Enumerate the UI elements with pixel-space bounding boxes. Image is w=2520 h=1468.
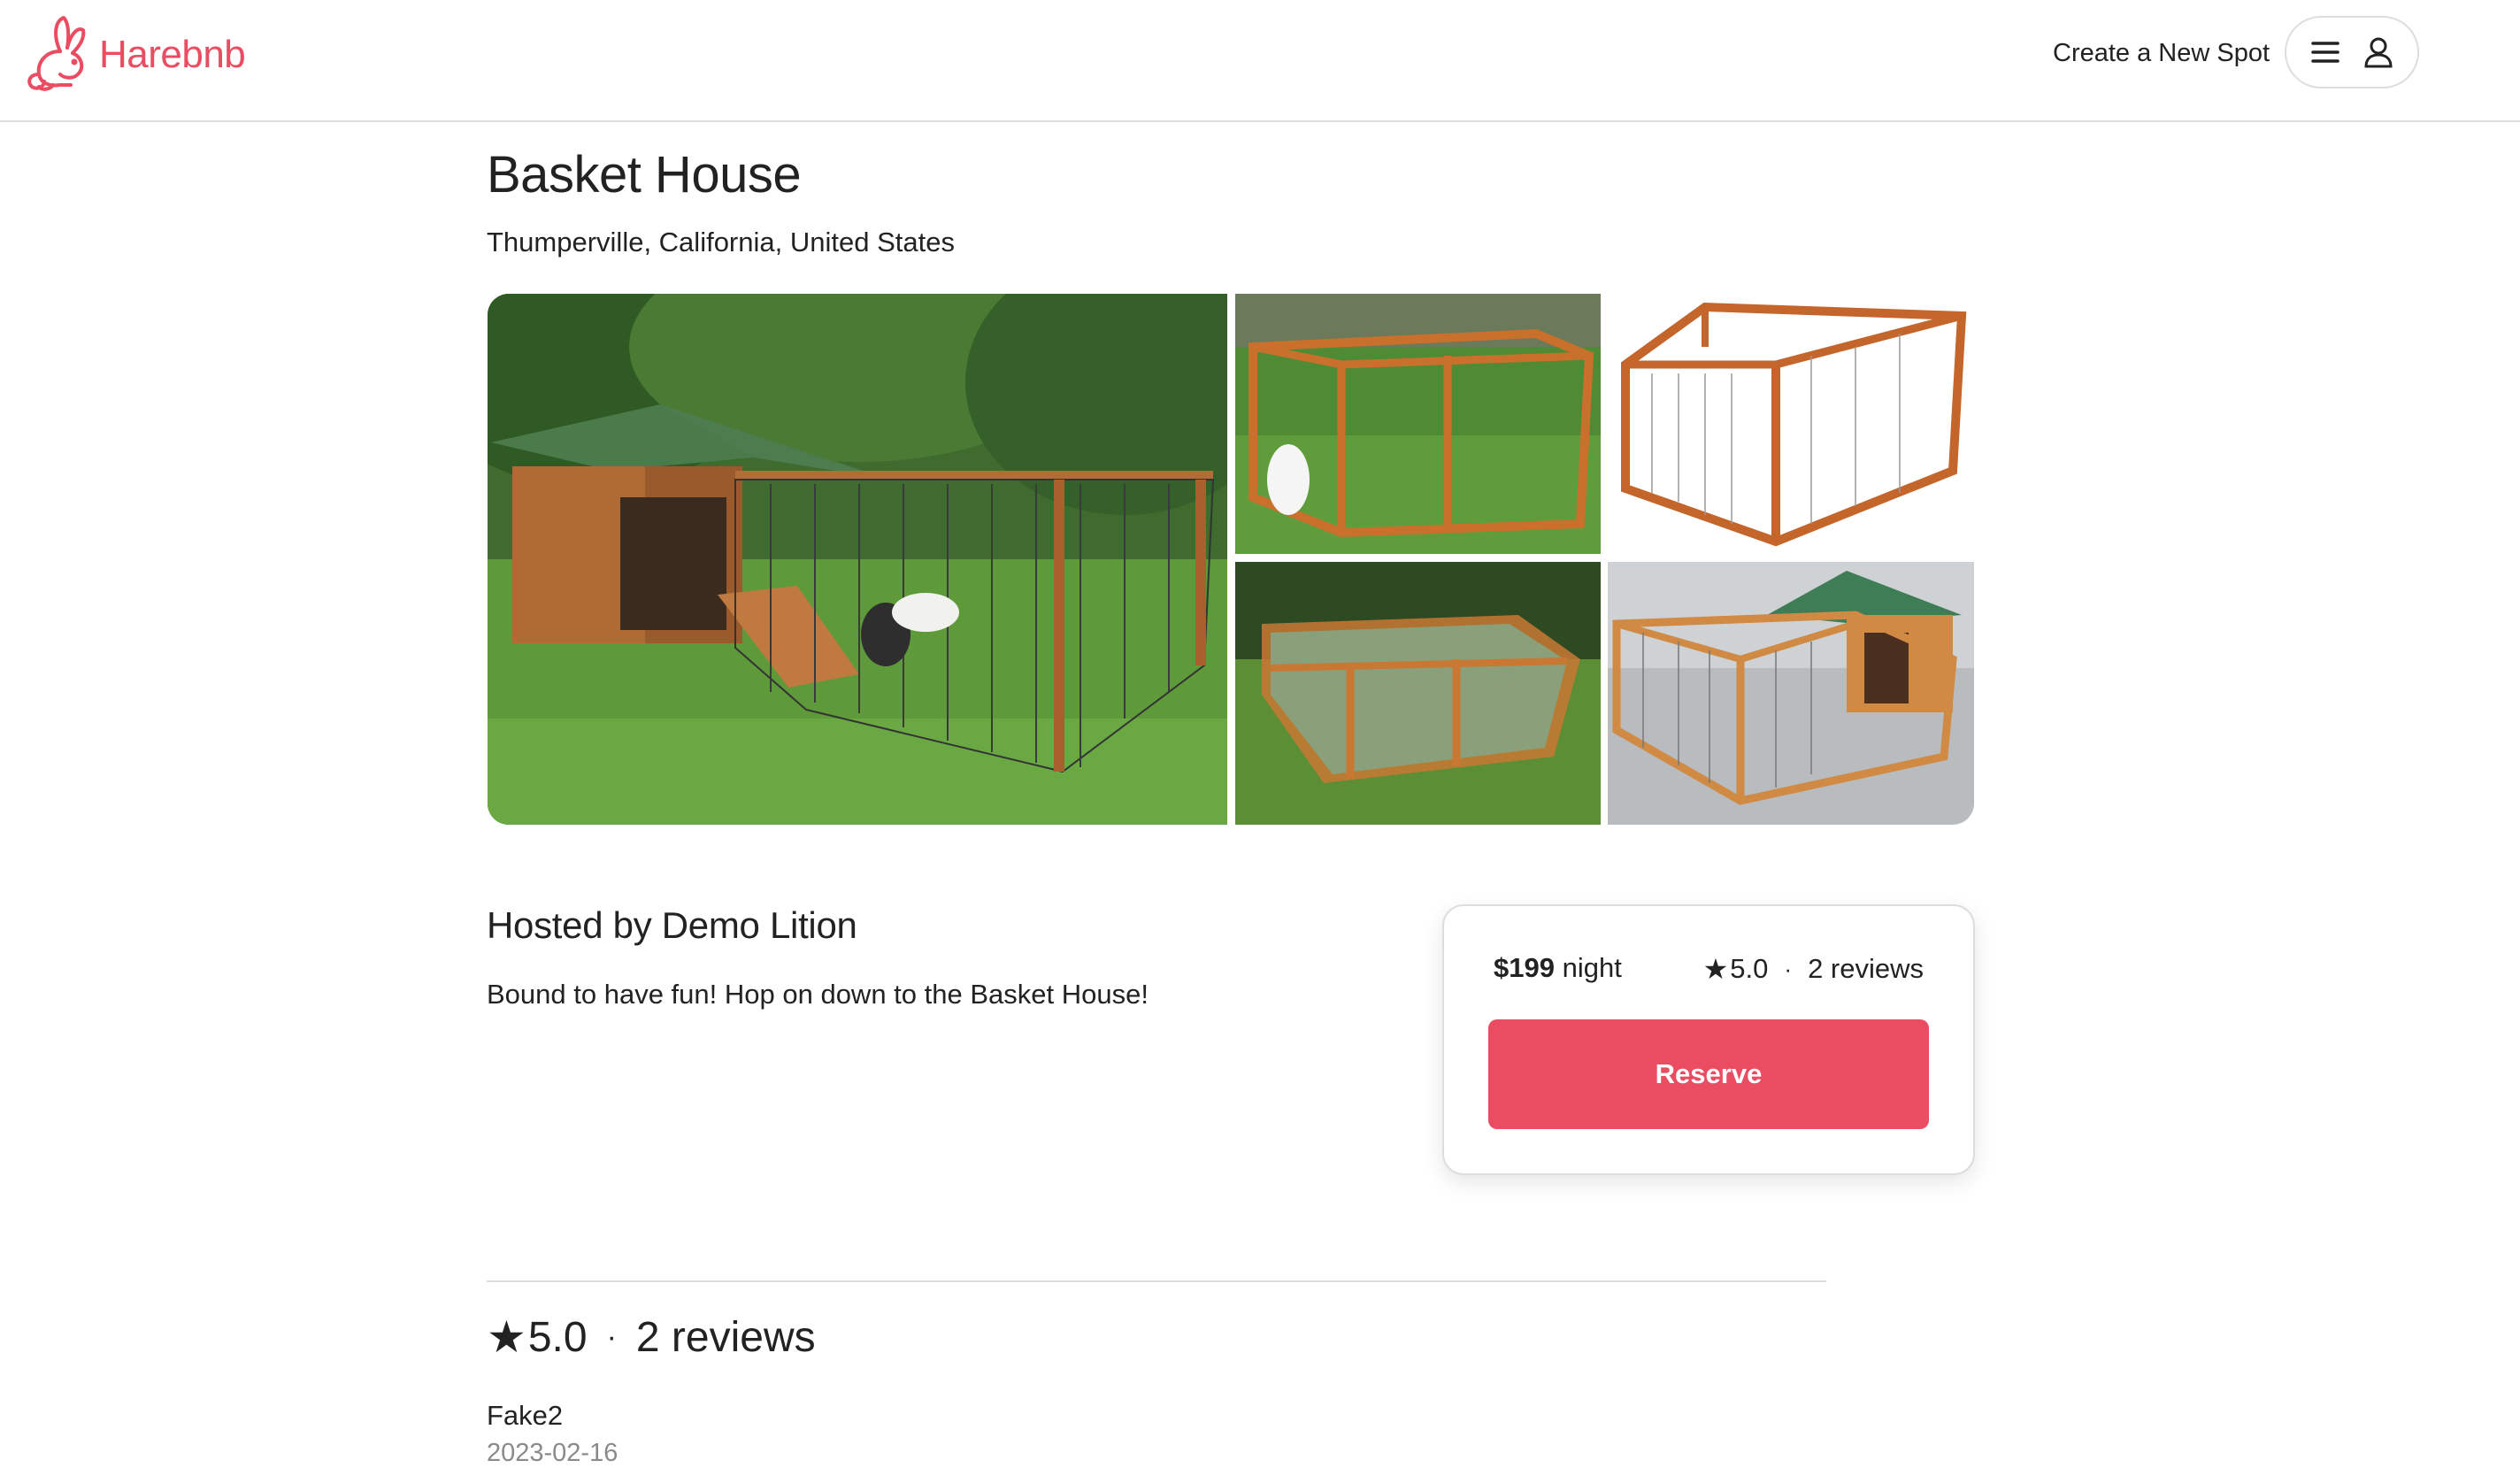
- brand-name: Harebnb: [99, 33, 246, 76]
- spot-title: Basket House: [487, 146, 802, 204]
- photo-5: [1608, 562, 1974, 825]
- section-divider: [487, 1280, 1826, 1282]
- photo-2: [1235, 294, 1601, 554]
- review-date: 2023-02-16: [487, 1439, 618, 1467]
- separator-dot: ·: [606, 1319, 617, 1354]
- price-per-night: $199 night: [1494, 952, 1622, 984]
- spot-description: Bound to have fun! Hop on down to the Ba…: [487, 979, 1149, 1010]
- star-icon: ★: [487, 1312, 526, 1362]
- review-author: Fake2: [487, 1400, 564, 1431]
- top-navbar: Harebnb Create a New Spot: [0, 0, 2520, 122]
- booking-rating: ★ 5.0 · 2 reviews: [1703, 952, 1924, 986]
- logo-link[interactable]: Harebnb: [14, 12, 246, 94]
- host-heading: Hosted by Demo Lition: [487, 904, 857, 946]
- user-icon: [2364, 37, 2393, 68]
- hamburger-menu-icon: [2311, 42, 2339, 63]
- create-new-spot-link[interactable]: Create a New Spot: [2053, 39, 2270, 68]
- rating-value: 5.0: [1730, 953, 1769, 984]
- reviews-rating-value: 5.0: [527, 1313, 588, 1361]
- reviews-summary: ★ 5.0 · 2 reviews: [487, 1311, 816, 1363]
- photo-4: [1235, 562, 1601, 825]
- booking-card: $199 night ★ 5.0 · 2 reviews Reserve: [1442, 904, 1975, 1175]
- photo-3: [1608, 294, 1974, 554]
- separator-dot: ·: [1784, 955, 1793, 982]
- review-count: 2 reviews: [1808, 953, 1924, 984]
- photo-gallery: [488, 294, 1974, 825]
- price-amount: $199: [1494, 952, 1555, 983]
- price-unit: night: [1562, 952, 1622, 983]
- profile-menu-button[interactable]: [2285, 16, 2419, 88]
- reviews-count: 2 reviews: [635, 1313, 816, 1361]
- rabbit-logo-icon: [27, 16, 86, 91]
- reserve-button[interactable]: Reserve: [1488, 1019, 1929, 1129]
- main-photo: [488, 294, 1227, 825]
- star-icon: ★: [1702, 953, 1729, 985]
- spot-location: Thumperville, California, United States: [487, 227, 955, 257]
